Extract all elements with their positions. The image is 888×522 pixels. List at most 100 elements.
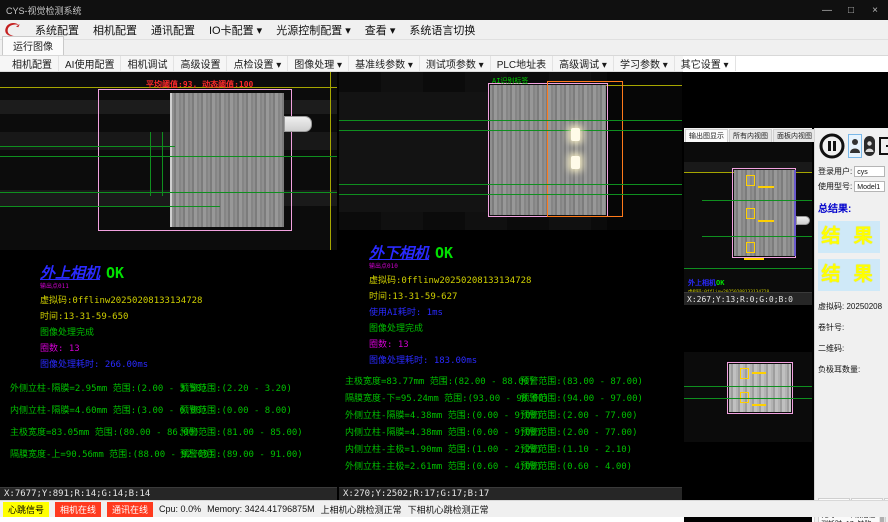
measurement-value: 主极宽度=83.05mm 范围:(80.00 - 86.00) — [10, 422, 180, 444]
camera-title: 外上相机 — [40, 262, 100, 283]
menu-item[interactable]: 光源控制配置 ▾ — [269, 20, 358, 40]
menu-item[interactable]: 通讯配置 — [144, 20, 202, 40]
toolbar-item[interactable]: 相机配置 — [6, 56, 59, 71]
user-login-button[interactable] — [848, 134, 862, 158]
pause-button[interactable] — [818, 132, 846, 160]
exit-button[interactable] — [877, 135, 888, 157]
measure-line-green — [339, 194, 682, 195]
center-results: 外下相机 OK 输出点010 虚拟码:0fflinw20250208133134… — [339, 230, 682, 476]
toolbar-item[interactable]: 点检设置 ▾ — [227, 56, 288, 71]
measurement-row: 外侧立柱-隔膜=2.95mm 范围:(2.00 - 3.50) 预警范围:(2.… — [10, 378, 337, 400]
minimize-button[interactable]: — — [820, 5, 834, 16]
user-dark-icon — [865, 140, 874, 153]
model-row: 使用型号: Model1 — [818, 181, 885, 192]
toolbar-items: 相机配置AI使用配置相机调试高级设置点检设置 ▾图像处理 ▾基准线参数 ▾测试项… — [6, 56, 736, 71]
marker-box-yellow — [746, 208, 755, 219]
upper-camera-heartbeat: 上相机心跳检测正常 — [321, 503, 402, 516]
measurement-warn-range: 预警范围:(2.00 - 77.00) — [520, 425, 637, 442]
center-camera-panel: AI识别标签 外下相机 OK 输出点010 虚拟码:0fflinw2025020… — [339, 72, 682, 500]
login-label: 登录用户: — [818, 166, 852, 177]
measurement-warn-range: 预警范围:(2.00 - 77.00) — [520, 408, 637, 425]
menu-item[interactable]: 系统语言切换 — [402, 20, 482, 40]
measurement-value: 外侧立柱-主极=2.61mm 范围:(0.60 - 4.00) — [345, 459, 520, 476]
measurement-value: 内侧立柱-隔膜=4.60mm 范围:(3.00 - 6.00) — [10, 400, 180, 422]
main-area: 平均阈值:93, 动态阈值:100 外上相机 OK 输出点011 虚拟码:0ff… — [0, 72, 888, 500]
measure-line-green — [0, 206, 220, 207]
aux-view-column: 输出图显示 所有内视图 面板内视图 — [684, 128, 812, 522]
measurement-warn-range: 预警范围:(81.00 - 85.00) — [180, 422, 303, 444]
mini-camera-title: 外上相机 — [688, 279, 716, 287]
time-line: 时间:13-31-59-650 — [40, 309, 337, 322]
status-bar: 心跳信号 相机在线 通讯在线 Cpu: 0.0% Memory: 3424.41… — [0, 500, 888, 517]
aux-top-mini-results: 外上相机OK 虚拟码:0fflinw20250208133134728 图像处理… — [688, 270, 769, 292]
measure-line-green — [339, 130, 682, 131]
aux-tab-output[interactable]: 输出图显示 — [685, 129, 728, 142]
measurement-value: 隔膜宽度-下=95.24mm 范围:(93.00 - 98.00) — [345, 391, 520, 408]
tab-run-image[interactable]: 运行图像 — [2, 36, 64, 55]
marker-label-yellow — [744, 258, 764, 260]
weld-glow-spot — [571, 156, 580, 169]
baseline-yellow-vertical — [330, 72, 331, 250]
measurement-row: 内侧立柱-主极=1.90mm 范围:(1.00 - 2.20) 预警范围:(1.… — [345, 442, 682, 459]
login-input[interactable]: cys — [854, 166, 885, 177]
marker-box-yellow — [746, 242, 755, 253]
toolbar-item[interactable]: 测试项参数 ▾ — [420, 56, 491, 71]
elapsed-line: 图像处理耗时: 266.00ms — [40, 357, 337, 370]
measurement-warn-range: 预警范围:(83.00 - 87.00) — [520, 374, 643, 391]
measurement-row: 内侧立柱-隔膜=4.38mm 范围:(0.00 - 9.00) 预警范围:(2.… — [345, 425, 682, 442]
model-input[interactable]: Model1 — [854, 181, 885, 192]
result-block-lower: 结 果 — [818, 259, 880, 291]
measurement-value: 内侧立柱-主极=1.90mm 范围:(1.00 - 2.20) — [345, 442, 520, 459]
lower-camera-heartbeat: 下相机心跳检测正常 — [408, 503, 489, 516]
toolbar-item[interactable]: 高级调试 ▾ — [553, 56, 614, 71]
toolbar-item[interactable]: 高级设置 — [174, 56, 227, 71]
status-line: 图像处理完成 — [369, 321, 682, 334]
marker-label-yellow — [758, 220, 774, 222]
marker-label-yellow — [758, 186, 774, 188]
measurement-row: 外侧立柱-隔膜=4.38mm 范围:(0.00 - 9.00) 预警范围:(2.… — [345, 408, 682, 425]
app-window: CYS-视觉检测系统 — □ × 系统配置相机配置通讯配置IO卡配置 ▾光源控制… — [0, 0, 888, 522]
measurement-value: 内侧立柱-隔膜=4.38mm 范围:(0.00 - 9.00) — [345, 425, 520, 442]
control-panel: 登录用户: cys 使用型号: Model1 总结果: 结 果 结 果 虚拟码:… — [814, 128, 888, 522]
measurement-row: 主极宽度=83.05mm 范围:(80.00 - 86.00) 预警范围:(81… — [10, 422, 337, 444]
measurement-list: 外侧立柱-隔膜=2.95mm 范围:(2.00 - 3.50) 预警范围:(2.… — [10, 378, 337, 466]
toolbar-item[interactable]: PLC地址表 — [491, 56, 553, 71]
toolbar-item[interactable]: AI使用配置 — [59, 56, 121, 71]
measurement-warn-range: 预警范围:(94.00 - 97.00) — [520, 391, 643, 408]
measure-line-green — [702, 200, 812, 201]
aux-top-camera-image: 外上相机OK 虚拟码:0fflinw20250208133134728 图像处理… — [684, 142, 812, 292]
measurement-warn-range: 预警范围:(0.00 - 8.00) — [180, 400, 292, 422]
view-tab-strip: 运行图像 — [0, 40, 888, 56]
aux-tab-panel-views[interactable]: 面板内视图 — [773, 129, 816, 142]
measurement-row: 隔膜宽度-下=95.24mm 范围:(93.00 - 98.00) 预警范围:(… — [345, 391, 682, 408]
aux-tab-all-views[interactable]: 所有内视图 — [729, 129, 772, 142]
user-profile-button[interactable] — [864, 136, 875, 156]
toolbar-item[interactable]: 学习参数 ▾ — [614, 56, 675, 71]
cell-block — [734, 170, 794, 256]
toolbar-item[interactable]: 图像处理 ▾ — [288, 56, 349, 71]
measurement-warn-range: 预警范围:(89.00 - 91.00) — [180, 444, 303, 466]
menu-item[interactable]: 查看 ▾ — [358, 20, 403, 40]
threshold-overlay-text: 平均阈值:93, 动态阈值:100 — [146, 79, 253, 90]
marker-label-yellow — [752, 404, 766, 406]
user-icon — [849, 137, 861, 155]
toolbar: 相机配置AI使用配置相机调试高级设置点检设置 ▾图像处理 ▾基准线参数 ▾测试项… — [0, 56, 683, 72]
needle-no-label: 卷针号: — [818, 323, 844, 332]
measure-line-green-vertical — [150, 132, 151, 196]
measurement-value: 外侧立柱-隔膜=2.95mm 范围:(2.00 - 3.50) — [10, 378, 180, 400]
needle-no-field: 卷针号: — [818, 322, 885, 333]
toolbar-item[interactable]: 其它设置 ▾ — [675, 56, 736, 71]
elapsed-line: 图像处理耗时: 183.00ms — [369, 353, 682, 366]
edge-line-blue — [794, 170, 796, 256]
virtual-code-value: 20250208 — [846, 302, 882, 311]
control-buttons — [818, 132, 885, 160]
menu-item[interactable]: IO卡配置 ▾ — [202, 20, 269, 40]
maximize-button[interactable]: □ — [844, 5, 858, 16]
toolbar-item[interactable]: 基准线参数 ▾ — [349, 56, 420, 71]
toolbar-item[interactable]: 相机调试 — [121, 56, 174, 71]
qrcode-field: 二维码: — [818, 343, 885, 354]
measure-line-green — [684, 268, 812, 269]
qrcode-label: 二维码: — [818, 344, 844, 353]
menu-item[interactable]: 相机配置 — [86, 20, 144, 40]
close-button[interactable]: × — [868, 5, 882, 16]
